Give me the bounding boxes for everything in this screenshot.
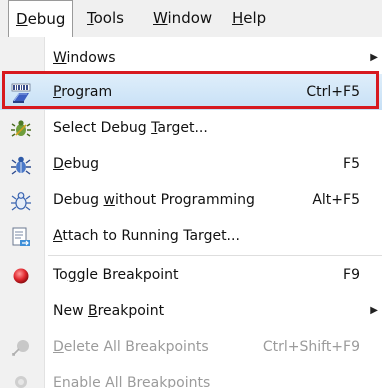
bug-icon (11, 156, 31, 175)
menu-item-delete-all-breakpoints[interactable]: Delete All Breakpoints Ctrl+Shift+F9 (0, 329, 382, 365)
breakpoint-icon (13, 268, 29, 284)
menu-debug[interactable]: Debug (8, 0, 74, 38)
menu-separator (48, 255, 382, 256)
menu-item-attach-to-running-target[interactable]: Attach to Running Target... (0, 218, 382, 254)
menu-tools[interactable]: Tools (80, 0, 131, 37)
delete-breakpoints-icon (12, 340, 29, 356)
submenu-arrow-icon: ▶ (370, 305, 378, 316)
bug-outline-icon (11, 192, 31, 211)
menu-item-toggle-breakpoint[interactable]: Toggle Breakpoint F9 (0, 257, 382, 293)
attach-icon (12, 227, 30, 246)
enable-breakpoints-icon (15, 376, 27, 388)
debug-target-icon (11, 120, 31, 137)
menu-window[interactable]: Window (146, 0, 219, 37)
menu-item-debug[interactable]: Debug F5 (0, 146, 382, 182)
menu-item-debug-without-programming[interactable]: Debug without Programming Alt+F5 (0, 182, 382, 218)
menu-item-enable-all-breakpoints[interactable]: Enable All Breakpoints (0, 365, 382, 388)
debug-dropdown-menu: Windows ▶ Program Ctrl+F5 Select Debug T… (0, 37, 382, 388)
program-chip-icon (11, 83, 31, 103)
menu-help[interactable]: Help (225, 0, 273, 37)
screen: Debug Tools Window Help Windows ▶ Progra… (0, 0, 382, 388)
menu-item-program[interactable]: Program Ctrl+F5 (0, 74, 382, 110)
menu-item-select-debug-target[interactable]: Select Debug Target... (0, 110, 382, 146)
menu-item-windows[interactable]: Windows ▶ (0, 40, 382, 76)
menu-bar: Debug Tools Window Help (0, 0, 382, 38)
menu-item-new-breakpoint[interactable]: New Breakpoint ▶ (0, 293, 382, 329)
submenu-arrow-icon: ▶ (370, 52, 378, 63)
